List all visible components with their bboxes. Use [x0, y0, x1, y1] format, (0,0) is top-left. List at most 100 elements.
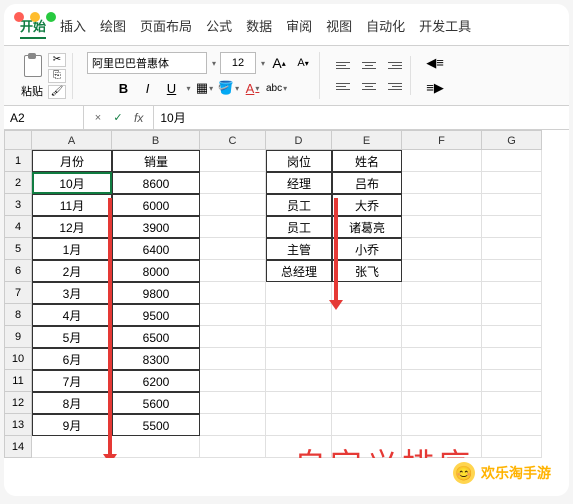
cell[interactable]: 11月	[32, 194, 112, 216]
cell[interactable]	[332, 392, 402, 414]
font-color-button[interactable]: A▾	[243, 77, 263, 99]
chevron-down-icon[interactable]: ▾	[261, 59, 265, 68]
cell[interactable]	[482, 436, 542, 458]
decrease-indent-button[interactable]: ◀≡	[425, 52, 445, 74]
cell[interactable]: 10月	[32, 172, 112, 194]
cell[interactable]: 8600	[112, 172, 200, 194]
cell[interactable]	[482, 150, 542, 172]
col-header-D[interactable]: D	[266, 130, 332, 150]
font-name-select[interactable]	[87, 52, 207, 74]
copy-button[interactable]: ⎘	[48, 69, 66, 83]
cell[interactable]: 主管	[266, 238, 332, 260]
cell[interactable]: 4月	[32, 304, 112, 326]
align-center-button[interactable]	[358, 77, 380, 95]
cell[interactable]: 姓名	[332, 150, 402, 172]
cell[interactable]	[332, 414, 402, 436]
cell[interactable]: 1月	[32, 238, 112, 260]
row-header[interactable]: 2	[4, 172, 32, 194]
cell[interactable]: 吕布	[332, 172, 402, 194]
cell[interactable]	[402, 304, 482, 326]
cell[interactable]	[482, 194, 542, 216]
align-left-button[interactable]	[334, 77, 356, 95]
cell[interactable]	[32, 436, 112, 458]
cell[interactable]: 总经理	[266, 260, 332, 282]
cell[interactable]	[332, 282, 402, 304]
cut-button[interactable]: ✂	[48, 53, 66, 67]
chevron-down-icon[interactable]: ▾	[212, 59, 216, 68]
cell[interactable]	[266, 326, 332, 348]
cell[interactable]	[482, 326, 542, 348]
row-header[interactable]: 3	[4, 194, 32, 216]
cell[interactable]: 9800	[112, 282, 200, 304]
fx-icon[interactable]: fx	[130, 111, 147, 125]
cell[interactable]	[200, 194, 266, 216]
cell[interactable]	[332, 326, 402, 348]
increase-indent-button[interactable]: ≡▶	[425, 77, 445, 99]
cell[interactable]	[482, 348, 542, 370]
cell[interactable]	[200, 392, 266, 414]
cell[interactable]: 8300	[112, 348, 200, 370]
cell[interactable]: 大乔	[332, 194, 402, 216]
cell[interactable]: 月份	[32, 150, 112, 172]
cell[interactable]	[402, 414, 482, 436]
cell[interactable]	[200, 172, 266, 194]
cell[interactable]: 2月	[32, 260, 112, 282]
cell[interactable]	[266, 414, 332, 436]
cell[interactable]	[482, 392, 542, 414]
cell[interactable]: 5月	[32, 326, 112, 348]
decrease-font-button[interactable]: A▾	[293, 52, 313, 74]
cell[interactable]	[402, 238, 482, 260]
cell[interactable]	[482, 172, 542, 194]
cell[interactable]	[200, 326, 266, 348]
align-bottom-button[interactable]	[382, 56, 404, 74]
cell[interactable]	[200, 260, 266, 282]
paste-button[interactable]: 粘贴	[20, 55, 44, 99]
cell[interactable]	[200, 216, 266, 238]
italic-button[interactable]: I	[138, 77, 158, 99]
row-header[interactable]: 12	[4, 392, 32, 414]
row-header[interactable]: 9	[4, 326, 32, 348]
increase-font-button[interactable]: A▴	[269, 52, 289, 74]
cell[interactable]	[200, 238, 266, 260]
cell[interactable]	[200, 150, 266, 172]
row-header[interactable]: 7	[4, 282, 32, 304]
cell[interactable]	[482, 260, 542, 282]
cell[interactable]	[332, 370, 402, 392]
cell[interactable]	[402, 392, 482, 414]
cell[interactable]	[266, 348, 332, 370]
cell[interactable]: 经理	[266, 172, 332, 194]
row-header[interactable]: 5	[4, 238, 32, 260]
tab-view[interactable]: 视图	[326, 14, 352, 39]
cell[interactable]	[200, 414, 266, 436]
tab-insert[interactable]: 插入	[60, 14, 86, 39]
cell[interactable]: 5500	[112, 414, 200, 436]
cell[interactable]	[200, 304, 266, 326]
cell[interactable]: 8月	[32, 392, 112, 414]
formula-input[interactable]	[154, 106, 569, 129]
cell[interactable]	[402, 150, 482, 172]
bold-button[interactable]: B	[114, 77, 134, 99]
cell[interactable]: 诸葛亮	[332, 216, 402, 238]
name-box[interactable]	[4, 106, 84, 129]
col-header-E[interactable]: E	[332, 130, 402, 150]
row-header[interactable]: 11	[4, 370, 32, 392]
close-icon[interactable]	[14, 12, 24, 22]
font-size-select[interactable]	[220, 52, 256, 74]
maximize-icon[interactable]	[46, 12, 56, 22]
cell[interactable]	[266, 370, 332, 392]
cell[interactable]: 5600	[112, 392, 200, 414]
cell[interactable]: 6月	[32, 348, 112, 370]
cell[interactable]	[112, 436, 200, 458]
cell[interactable]	[200, 348, 266, 370]
format-painter-button[interactable]: 🖌	[48, 85, 66, 99]
col-header-A[interactable]: A	[32, 130, 112, 150]
cell[interactable]: 张飞	[332, 260, 402, 282]
cell[interactable]	[332, 348, 402, 370]
cell[interactable]: 3900	[112, 216, 200, 238]
cell[interactable]	[402, 282, 482, 304]
cell[interactable]	[482, 238, 542, 260]
row-header[interactable]: 4	[4, 216, 32, 238]
cell[interactable]	[482, 414, 542, 436]
cell[interactable]	[402, 172, 482, 194]
cell[interactable]: 9月	[32, 414, 112, 436]
